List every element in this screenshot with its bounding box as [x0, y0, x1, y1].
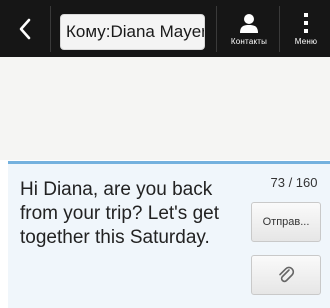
vertical-dots-icon — [304, 13, 308, 33]
compose-panel: Hi Diana, are you back from your trip? L… — [8, 161, 330, 308]
paperclip-icon — [279, 266, 295, 283]
message-thread — [0, 57, 330, 160]
contacts-button[interactable]: Контакты — [222, 6, 276, 52]
divider — [279, 6, 280, 52]
chevron-left-icon — [19, 18, 31, 40]
divider — [216, 6, 217, 52]
menu-label: Меню — [294, 37, 318, 46]
person-icon — [240, 14, 258, 33]
attach-button[interactable] — [251, 255, 321, 295]
top-action-bar: Кому:Diana Mayer Контакты Меню — [0, 0, 330, 57]
back-button[interactable] — [0, 6, 50, 52]
recipient-text: Кому:Diana Mayer — [66, 22, 205, 41]
message-input[interactable]: Hi Diana, are you back from your trip? L… — [20, 178, 240, 250]
recipient-field[interactable]: Кому:Diana Mayer — [60, 14, 205, 50]
contacts-label: Контакты — [230, 37, 268, 46]
menu-button[interactable]: Меню — [282, 6, 330, 52]
send-button[interactable]: Отправ... — [251, 202, 321, 242]
divider — [50, 6, 51, 52]
char-counter: 73 / 160 — [270, 175, 318, 190]
send-label: Отправ... — [262, 216, 310, 228]
